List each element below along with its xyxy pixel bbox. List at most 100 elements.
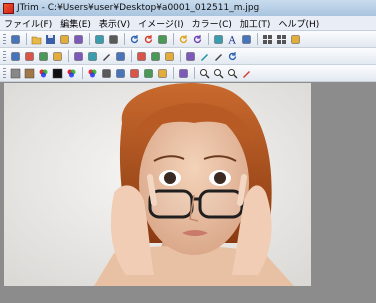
flip-button[interactable] [51, 50, 64, 63]
zoom-out-button[interactable] [198, 67, 211, 80]
print-preview-button[interactable] [72, 33, 85, 46]
flip-icon [52, 51, 63, 62]
sharpen-button[interactable] [100, 50, 113, 63]
paste-button[interactable] [107, 33, 120, 46]
menu-edit[interactable]: 編集(E) [56, 17, 95, 30]
open-folder-button[interactable] [30, 33, 43, 46]
zoom-reset-icon [227, 68, 238, 79]
new-file-button[interactable] [9, 33, 22, 46]
toolbar-separator [208, 33, 209, 45]
spiral-button[interactable] [226, 50, 239, 63]
emboss-icon [178, 68, 189, 79]
toolbar-separator [68, 50, 69, 62]
negative-button[interactable] [51, 67, 64, 80]
histogram-button[interactable] [114, 67, 127, 80]
toolbar-grip[interactable] [3, 50, 6, 62]
print-button[interactable] [58, 33, 71, 46]
mirror-button[interactable] [37, 50, 50, 63]
tone-icon [129, 68, 140, 79]
canvas-area[interactable] [0, 83, 376, 303]
undo-icon [178, 34, 189, 45]
menu-image[interactable]: イメージ(I) [134, 17, 188, 30]
spiral-icon [227, 51, 238, 62]
menu-help[interactable]: ヘルプ(H) [274, 17, 323, 30]
copy-icon [94, 34, 105, 45]
gamma-button[interactable] [100, 67, 113, 80]
save-button[interactable] [44, 33, 57, 46]
title-bar: JTrim - C:¥Users¥user¥Desktop¥a0001_0125… [0, 0, 376, 17]
copy-button[interactable] [93, 33, 106, 46]
fit-window-button[interactable] [212, 33, 225, 46]
color-picker-icon [241, 68, 252, 79]
gamma-icon [101, 68, 112, 79]
blur-button[interactable] [114, 50, 127, 63]
fit-window-icon [213, 34, 224, 45]
paste-icon [108, 34, 119, 45]
menu-process[interactable]: 加工(T) [236, 17, 275, 30]
shape-button[interactable] [240, 33, 253, 46]
toolbar-grip[interactable] [3, 33, 6, 45]
open-folder-icon [31, 34, 42, 45]
edge-button[interactable] [184, 50, 197, 63]
menu-view[interactable]: 表示(V) [95, 17, 134, 30]
window-mode-icon [290, 34, 301, 45]
zoom-reset-button[interactable] [226, 67, 239, 80]
redo-icon [192, 34, 203, 45]
toolbar-grip[interactable] [3, 67, 6, 79]
eyedrop-button[interactable] [212, 50, 225, 63]
main-toolbar: A [0, 31, 376, 48]
grid-icon [262, 34, 273, 45]
emboss-button[interactable] [177, 67, 190, 80]
toolbar-separator [82, 67, 83, 79]
mosaic-button[interactable] [149, 50, 162, 63]
mosaic-icon [150, 51, 161, 62]
rgb-button[interactable] [37, 67, 50, 80]
toolbar-separator [124, 33, 125, 45]
noise-button[interactable] [156, 67, 169, 80]
tone-button[interactable] [128, 67, 141, 80]
edge-icon [185, 51, 196, 62]
negative-icon [52, 68, 63, 79]
undo-button[interactable] [177, 33, 190, 46]
capture-button[interactable] [156, 33, 169, 46]
trim-button[interactable] [9, 50, 22, 63]
rotate-right-button[interactable] [142, 33, 155, 46]
print-preview-icon [73, 34, 84, 45]
toolbar-separator [26, 33, 27, 45]
window-title: JTrim - C:¥Users¥user¥Desktop¥a0001_0125… [17, 3, 260, 13]
zoom-out-icon [199, 68, 210, 79]
color-picker-button[interactable] [240, 67, 253, 80]
toolbar-separator [131, 50, 132, 62]
rotate-right-icon [143, 34, 154, 45]
contrast-button[interactable] [86, 50, 99, 63]
soften-button[interactable] [135, 50, 148, 63]
sepia-button[interactable] [23, 67, 36, 80]
grid-button[interactable] [261, 33, 274, 46]
blur-icon [115, 51, 126, 62]
redo-button[interactable] [191, 33, 204, 46]
menu-bar: ファイル(F) 編集(E) 表示(V) イメージ(I) カラー(C) 加工(T)… [0, 16, 376, 31]
text-icon: A [227, 34, 238, 45]
posterize-button[interactable] [142, 67, 155, 80]
window-mode-button[interactable] [289, 33, 302, 46]
rotate-left-button[interactable] [128, 33, 141, 46]
brightness-button[interactable] [72, 50, 85, 63]
pen-button[interactable] [198, 50, 211, 63]
posterize-icon [143, 68, 154, 79]
shape-icon [241, 34, 252, 45]
frame-button[interactable] [163, 50, 176, 63]
photo-image [4, 83, 311, 286]
list-button[interactable] [275, 33, 288, 46]
toolbar-separator [173, 33, 174, 45]
menu-color[interactable]: カラー(C) [188, 17, 236, 30]
trim-icon [10, 51, 21, 62]
app-icon [3, 2, 14, 14]
zoom-in-icon [213, 68, 224, 79]
resize-button[interactable] [23, 50, 36, 63]
color-balance-button[interactable] [86, 67, 99, 80]
zoom-in-button[interactable] [212, 67, 225, 80]
palette-button[interactable] [65, 67, 78, 80]
grayscale-button[interactable] [9, 67, 22, 80]
menu-file[interactable]: ファイル(F) [0, 17, 56, 30]
text-button[interactable]: A [226, 33, 239, 46]
